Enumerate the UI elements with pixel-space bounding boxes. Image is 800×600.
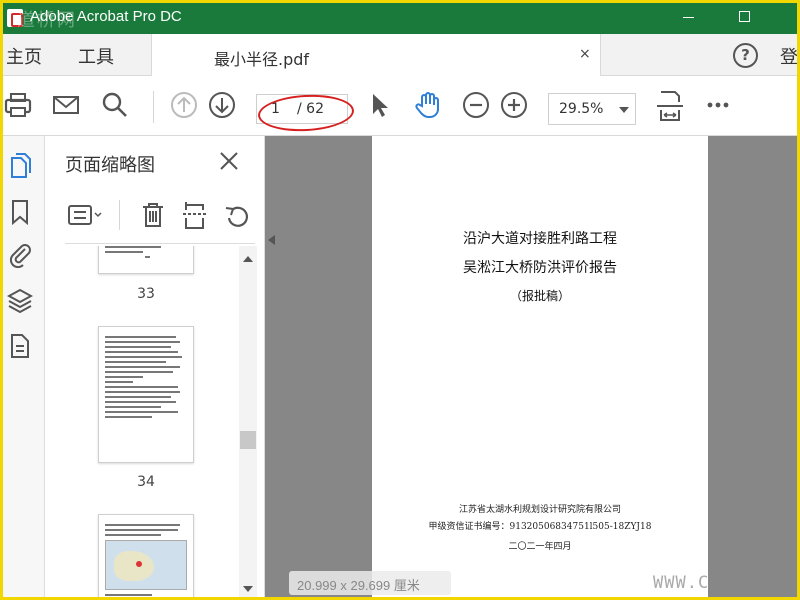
collapse-panel-icon[interactable] <box>265 233 279 247</box>
scrollbar-thumb[interactable] <box>240 431 256 449</box>
email-icon[interactable] <box>51 90 81 120</box>
zoom-dropdown[interactable]: 29.5% <box>548 93 636 125</box>
title-bar: Adobe Acrobat Pro DC 道桥网 <box>3 3 797 34</box>
delete-page-icon[interactable] <box>139 200 167 230</box>
zoom-in-icon[interactable] <box>499 90 529 120</box>
document-properties-icon[interactable] <box>7 332 33 360</box>
rotate-page-icon[interactable] <box>223 200 251 230</box>
doc-subtitle: （报批稿） <box>509 289 570 303</box>
panel-title: 页面缩略图 <box>65 155 155 176</box>
panel-toolbar-divider <box>119 200 120 230</box>
extract-page-icon[interactable] <box>181 200 209 230</box>
main-toolbar: 1 / 62 29.5% <box>3 76 797 136</box>
fit-width-icon[interactable] <box>655 88 685 124</box>
layers-icon[interactable] <box>7 286 33 314</box>
thumbnail-options-icon[interactable] <box>67 202 103 228</box>
left-navigation-rail <box>3 136 45 597</box>
page-thumbnails-icon[interactable] <box>7 152 33 180</box>
current-page-input[interactable]: 1 <box>271 101 280 117</box>
previous-page-icon[interactable] <box>169 90 199 120</box>
thumbnail-page-label: 33 <box>137 286 155 302</box>
select-cursor-icon[interactable] <box>365 90 395 120</box>
panel-toolbar <box>65 194 255 244</box>
document-tab[interactable]: 最小半径.pdf × <box>151 34 601 76</box>
map-figure <box>105 540 187 590</box>
login-button[interactable]: 登 <box>780 43 797 69</box>
zoom-value: 29.5% <box>559 101 604 117</box>
scroll-up-icon[interactable] <box>243 256 253 262</box>
document-tab-label: 最小半径.pdf <box>214 50 310 69</box>
bookmark-icon[interactable] <box>7 198 33 226</box>
nav-home-tab[interactable]: 主页 <box>6 43 42 69</box>
acrobat-window: Adobe Acrobat Pro DC 道桥网 主页 工具 最小半径.pdf … <box>3 3 797 597</box>
page-thumbnail[interactable] <box>98 326 194 463</box>
search-icon[interactable] <box>100 90 130 120</box>
more-options-icon[interactable] <box>703 90 733 120</box>
zoom-out-icon[interactable] <box>461 90 491 120</box>
doc-date: 二〇二一年四月 <box>508 542 572 552</box>
page-size-indicator: 20.999 x 29.699 厘米 <box>289 571 451 595</box>
site-watermark: 道桥网 <box>17 10 77 31</box>
toolbar-divider <box>153 91 154 123</box>
doc-title-line: 沿沪大道对接胜利路工程 <box>463 231 617 247</box>
site-watermark-url: WWW.C <box>653 573 710 593</box>
thumbnail-list: 33 34 <box>45 246 263 597</box>
close-tab-icon[interactable]: × <box>579 46 591 62</box>
page-thumbnail[interactable] <box>98 514 194 597</box>
scroll-down-icon[interactable] <box>243 586 253 592</box>
attachment-icon[interactable] <box>7 240 33 268</box>
help-icon[interactable]: ? <box>733 43 758 68</box>
close-panel-icon[interactable] <box>217 149 241 173</box>
chevron-down-icon <box>619 107 629 113</box>
doc-certificate-number: 甲级资信证书编号：91320506834751l505-18ZYJ18 <box>428 522 652 532</box>
maximize-button[interactable] <box>739 11 750 22</box>
minimize-button[interactable] <box>683 17 694 18</box>
thumbnail-page-label: 34 <box>137 474 155 490</box>
page-number-field[interactable]: 1 / 62 <box>256 94 348 124</box>
document-viewport[interactable]: 沿沪大道对接胜利路工程 吴淞江大桥防洪评价报告 （报批稿） 江苏省太湖水利规划设… <box>265 136 797 597</box>
doc-title-line: 吴淞江大桥防洪评价报告 <box>463 260 617 276</box>
thumbnail-scrollbar[interactable] <box>239 246 257 597</box>
page-thumbnail[interactable] <box>98 246 194 274</box>
doc-organization: 江苏省太湖水利规划设计研究院有限公司 <box>458 505 621 515</box>
print-icon[interactable] <box>3 90 33 120</box>
next-page-icon[interactable] <box>207 90 237 120</box>
nav-tools-tab[interactable]: 工具 <box>78 43 114 69</box>
pdf-page: 沿沪大道对接胜利路工程 吴淞江大桥防洪评价报告 （报批稿） 江苏省太湖水利规划设… <box>372 136 708 597</box>
hand-tool-icon[interactable] <box>413 90 443 120</box>
total-pages: / 62 <box>297 101 324 117</box>
page-thumbnails-panel: 页面缩略图 33 34 <box>45 136 265 597</box>
tab-bar: 主页 工具 最小半径.pdf × ? 登 <box>3 34 797 76</box>
